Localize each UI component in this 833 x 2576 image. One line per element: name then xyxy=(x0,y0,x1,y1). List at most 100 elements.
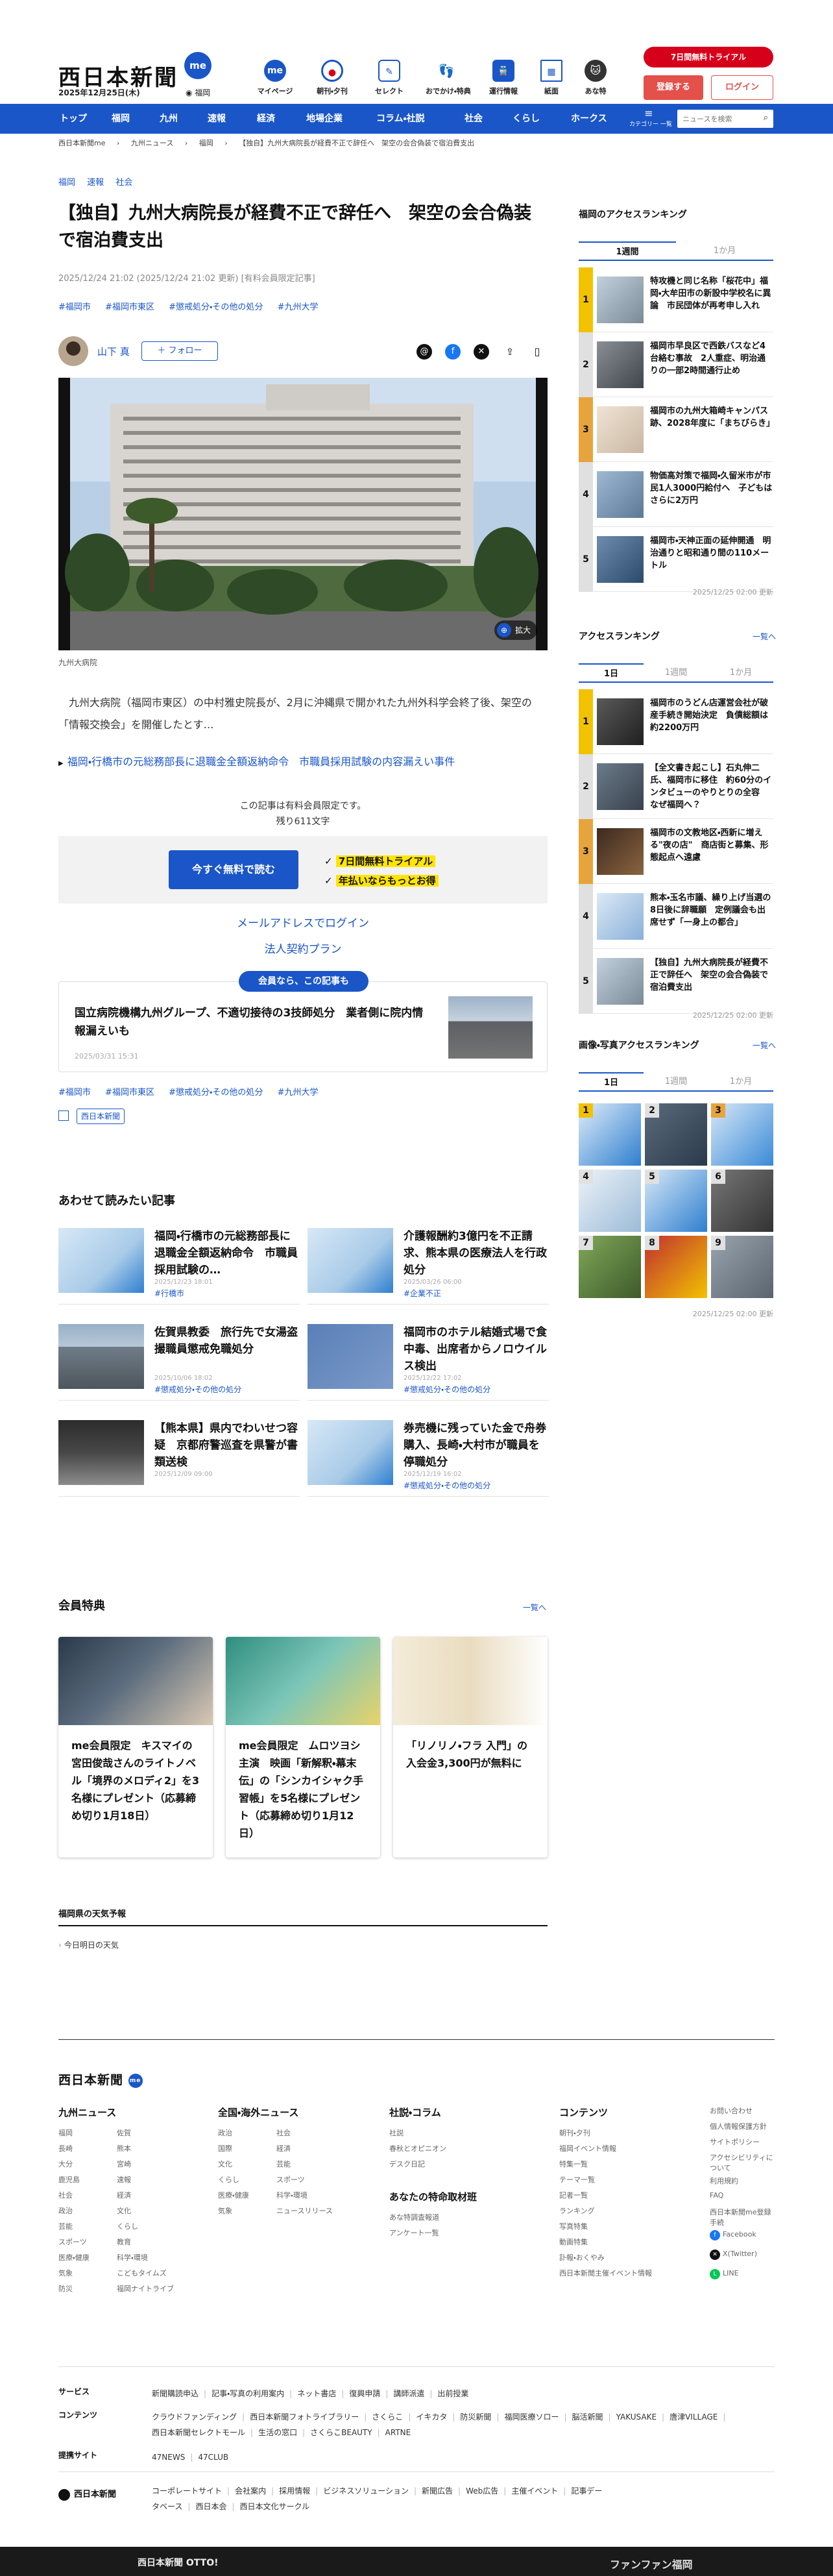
free-trial-button[interactable]: 7日間無料トライアル xyxy=(644,47,773,67)
also-read-card[interactable]: 福岡市のホテル結婚式場で食中毒、出席者からノロウイルス検出 2025/12/22 … xyxy=(308,1324,549,1401)
nav-newspaper[interactable]: ● 朝刊・夕刊 xyxy=(311,60,353,96)
author-name[interactable]: 山下 真 xyxy=(97,345,130,358)
company-link[interactable]: 西日本会 xyxy=(195,2502,226,2511)
tab-1month[interactable]: 1か月 xyxy=(708,1072,773,1092)
footer-link[interactable]: 佐賀 xyxy=(117,2128,131,2138)
footer-service-link[interactable]: 脳活新聞 xyxy=(572,2412,603,2422)
footer-service-link[interactable]: イキカタ xyxy=(416,2412,447,2422)
footer-link[interactable]: 福岡ナイトライブ xyxy=(117,2283,174,2294)
footer-link[interactable]: くらし xyxy=(117,2221,138,2231)
share-icon[interactable]: ⇪ xyxy=(502,344,518,360)
company-link[interactable]: 新聞広告 xyxy=(422,2486,453,2496)
breadcrumb-item[interactable]: 西日本新聞me xyxy=(58,139,105,147)
ranking-item[interactable]: 3 福岡市の九州大箱崎キャンパス跡、2028年度に「まちびらき」 xyxy=(579,397,775,462)
footer-link[interactable]: 政治 xyxy=(58,2205,73,2216)
breadcrumb-item[interactable]: 九州ニュース xyxy=(131,139,173,147)
tab-1week[interactable]: 1週間 xyxy=(644,1072,708,1092)
ranking-item[interactable]: 4 熊本・玉名市議、繰り上げ当選の8日後に辞職願 定例議会も出席せず「一身上の都合… xyxy=(579,884,773,949)
category-menu-button[interactable]: ≡ カテゴリー 一覧 xyxy=(629,108,672,129)
also-read-tag[interactable]: #行橋市 xyxy=(154,1288,184,1299)
footer-service-link[interactable]: 47NEWS xyxy=(152,2453,185,2462)
footer-link[interactable]: 大分 xyxy=(58,2159,73,2169)
nav-mypage[interactable]: me マイページ xyxy=(254,60,296,96)
photo-ranking-item[interactable]: 1 xyxy=(579,1103,641,1166)
register-button[interactable]: 登録する xyxy=(644,75,703,100)
footer-link[interactable]: 福岡 xyxy=(58,2128,73,2138)
footer-service-link[interactable]: ネット書店 xyxy=(297,2389,336,2398)
follow-button[interactable]: ＋ フォロー xyxy=(141,341,218,361)
footer-link[interactable]: L LINE xyxy=(710,2269,775,2279)
tag-link[interactable]: #九州大学 xyxy=(278,302,319,312)
company-link[interactable]: Web広告 xyxy=(466,2486,498,2496)
footer-link[interactable]: 防災 xyxy=(58,2283,73,2294)
ranking-item[interactable]: 5 福岡市・天神正面の延伸開通 明治通りと昭和通り間の110メートル xyxy=(579,527,773,592)
tab-1week[interactable]: 1週間 xyxy=(644,663,708,683)
ranking-item[interactable]: 4 物価高対策で福岡・久留米市が市民1人3000円給付へ 子どもはさらに2万円 xyxy=(579,462,773,527)
header-location[interactable]: ◉ 福岡 xyxy=(186,87,210,98)
member-perks-more-link[interactable]: 一覧へ xyxy=(523,1602,546,1613)
breadcrumb-item[interactable]: 福岡 xyxy=(199,139,213,147)
footer-service-link[interactable]: 講師派遣 xyxy=(393,2389,424,2398)
also-read-tag[interactable]: #懲戒処分・その他の処分 xyxy=(404,1384,490,1395)
article-photo[interactable]: ⊕ 拡大 xyxy=(58,378,548,650)
footer-link[interactable]: くらし xyxy=(218,2174,239,2185)
footer-service-link[interactable]: 新聞購読申込 xyxy=(152,2389,199,2398)
footer-link[interactable]: 科学・環境 xyxy=(117,2252,148,2263)
footer-link[interactable]: 教育 xyxy=(117,2237,131,2247)
gnav-item-shakai[interactable]: 社会 xyxy=(465,104,483,134)
footer-service-link[interactable]: 西日本新聞セレクトモール xyxy=(152,2428,245,2437)
author-avatar[interactable] xyxy=(58,336,88,366)
category-link[interactable]: 福岡 xyxy=(58,178,75,188)
footer-link[interactable]: 芸能 xyxy=(58,2221,73,2231)
perk-card[interactable]: me会員限定 キスマイの宮田俊哉さんのライトノベル「境界のメロディ2」を3名様に… xyxy=(58,1637,213,1858)
photo-ranking-item[interactable]: 3 xyxy=(711,1103,773,1166)
footer-link[interactable]: 気象 xyxy=(58,2268,73,2278)
footer-link[interactable]: 速報 xyxy=(117,2174,131,2185)
footer-link[interactable]: 動画特集 xyxy=(559,2237,588,2247)
tab-1day[interactable]: 1日 xyxy=(579,1072,644,1092)
footer-service-link[interactable]: クラウドファンディング xyxy=(152,2412,237,2422)
related-article-link[interactable]: ▶ 福岡・行橋市の元総務部長に退職金全額返納命令 市職員採用試験の内容漏えい事件 xyxy=(58,753,455,768)
footer-service-link[interactable]: さくらこBEAUTY xyxy=(310,2428,372,2437)
company-link[interactable]: 西日本文化サークル xyxy=(240,2502,310,2511)
footer-link[interactable]: 社会 xyxy=(58,2190,73,2200)
also-read-card[interactable]: 券売機に残っていた金で舟券購入、長崎・大村市が職員を停職処分 2025/12/19… xyxy=(308,1420,549,1497)
footer-service-link[interactable]: 西日本新聞フォトライブラリー xyxy=(250,2412,359,2422)
ranking-item[interactable]: 1 福岡市のうどん店運営会社が破産手続き開始決定 負債総額は約2200万円 xyxy=(579,689,773,754)
also-read-card[interactable]: 福岡・行橋市の元総務部長に退職金全額返納命令 市職員採用試験の… 2025/12/… xyxy=(58,1228,300,1305)
footer-link[interactable]: サイトポリシー xyxy=(710,2137,775,2147)
gnav-item-fukuoka[interactable]: 福岡 xyxy=(112,104,130,134)
funfun-logo[interactable]: ファンファン福岡 xyxy=(610,2556,693,2571)
footer-service-link[interactable]: ARTNE xyxy=(385,2428,411,2437)
footer-link[interactable]: 政治 xyxy=(218,2128,232,2138)
footer-service-link[interactable]: 47CLUB xyxy=(198,2453,228,2462)
footer-link[interactable]: 経済 xyxy=(276,2143,291,2153)
footer-link[interactable]: ニュースリリース xyxy=(276,2205,333,2216)
company-link[interactable]: コーポレートサイト xyxy=(152,2486,222,2496)
footer-link[interactable]: 文化 xyxy=(117,2205,131,2216)
facebook-icon[interactable]: f xyxy=(445,344,461,360)
footer-link[interactable]: 福岡イベント情報 xyxy=(559,2143,616,2153)
footer-service-link[interactable]: 出前授業 xyxy=(437,2389,468,2398)
footer-link[interactable]: 利用規約 xyxy=(710,2176,775,2186)
tag-link[interactable]: #懲戒処分・その他の処分 xyxy=(169,1088,263,1098)
ranking-item[interactable]: 2 福岡市早良区で西鉄バスなど4台絡む事故 2人重症、明治通りの一部2時間通行止め xyxy=(579,332,773,397)
photo-ranking-item[interactable]: 7 xyxy=(579,1236,641,1298)
perk-card[interactable]: me会員限定 ムロツヨシ主演 映画「新解釈・幕末伝」の「シンカイシャク手習帳」を… xyxy=(226,1637,380,1858)
also-read-tag[interactable]: #懲戒処分・その他の処分 xyxy=(404,1480,490,1491)
photo-ranking-more[interactable]: 一覧へ xyxy=(753,1040,776,1051)
ranking-item[interactable]: 5 【独自】九州大病院長が経費不正で辞任へ 架空の会合偽装で宿泊費支出 xyxy=(579,949,773,1014)
tag-link[interactable]: #福岡市東区 xyxy=(105,302,154,312)
footer-link[interactable]: FAQ xyxy=(710,2191,775,2200)
footer-link[interactable]: 記者一覧 xyxy=(559,2190,588,2200)
corp-plan-link[interactable]: 法人契約プラン xyxy=(58,940,548,956)
gnav-item-keizai[interactable]: 経済 xyxy=(257,104,275,134)
photo-ranking-item[interactable]: 5 xyxy=(645,1170,707,1232)
footer-link[interactable]: こどもタイムズ xyxy=(117,2268,167,2278)
tab-1month[interactable]: 1か月 xyxy=(708,663,773,683)
footer-link[interactable]: 医療・健康 xyxy=(58,2252,90,2263)
search-icon[interactable]: ⌕ xyxy=(764,113,768,123)
also-read-card[interactable]: 【熊本県】県内でわいせつ容疑 京都府警巡査を県警が書類送検 2025/12/09 … xyxy=(58,1420,300,1497)
footer-link[interactable]: 長崎 xyxy=(58,2143,73,2153)
footer-link[interactable]: 宮崎 xyxy=(117,2159,131,2169)
